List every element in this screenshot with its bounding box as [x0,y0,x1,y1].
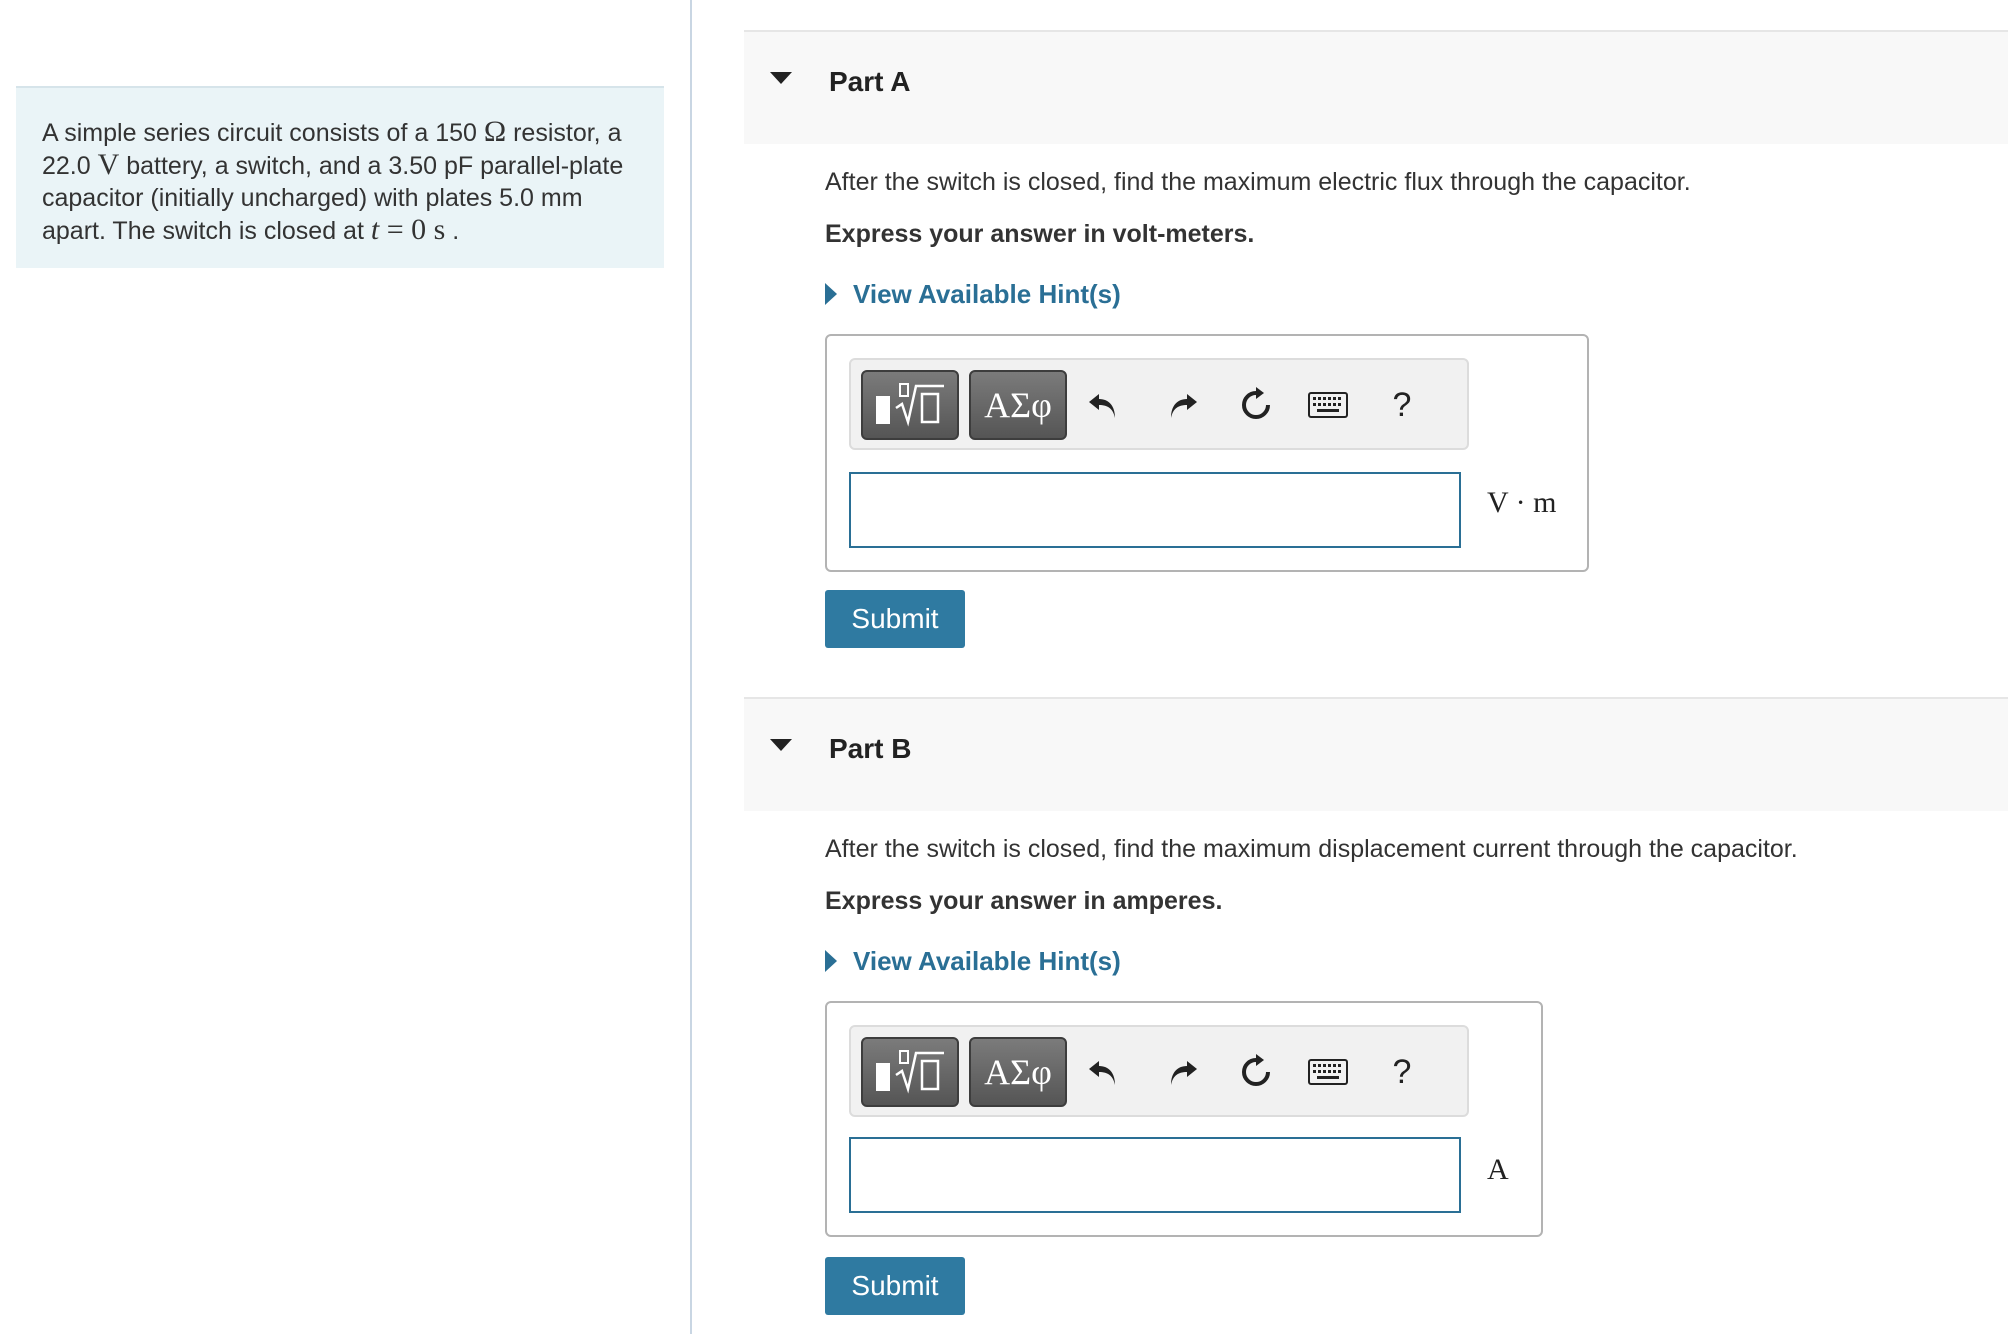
undo-icon[interactable] [1079,1047,1129,1097]
part-a-hint-label: View Available Hint(s) [853,278,1121,309]
caret-down-icon[interactable] [770,72,792,84]
caret-right-icon [825,283,837,305]
help-button[interactable]: ? [1377,380,1427,430]
part-a-unit: V · m [1487,486,1557,519]
part-b-header[interactable]: Part B [744,697,2008,811]
templates-icon [876,383,944,427]
part-b-answer-box: ΑΣφ ? A [825,1001,1543,1237]
redo-icon[interactable] [1157,380,1207,430]
part-b-math-toolbar: ΑΣφ ? [849,1025,1469,1117]
part-a-submit-button[interactable]: Submit [825,590,965,648]
part-a-header[interactable]: Part A [744,30,2008,144]
templates-icon [876,1050,944,1094]
parts-pane: Part A After the switch is closed, find … [744,0,2008,1334]
keyboard-icon[interactable] [1303,1047,1353,1097]
templates-button[interactable] [861,1037,959,1107]
part-b-question: After the switch is closed, find the max… [825,835,1798,863]
part-b-title: Part B [829,733,912,764]
problem-text-3: battery, a switch, and a 3.50 pF paralle… [42,152,624,245]
undo-icon[interactable] [1079,380,1129,430]
part-a-answer-input[interactable] [849,472,1461,548]
ohm-symbol: Ω [483,115,507,148]
pane-divider[interactable] [690,0,692,1334]
part-b-express: Express your answer in amperes. [825,887,1223,915]
volt-symbol: V [97,148,120,181]
problem-text-1: A simple series circuit consists of a 15… [42,119,484,147]
time-equation: = 0 s [379,213,446,246]
time-variable: t [370,213,380,246]
part-a-hint-toggle[interactable]: View Available Hint(s) [825,277,1121,311]
part-b-unit: A [1487,1153,1509,1186]
keyboard-icon[interactable] [1303,380,1353,430]
caret-down-icon[interactable] [770,739,792,751]
part-a-express: Express your answer in volt-meters. [825,220,1255,248]
symbols-button[interactable]: ΑΣφ [969,1037,1067,1107]
part-b-submit-button[interactable]: Submit [825,1257,965,1315]
part-a-math-toolbar: ΑΣφ ? [849,358,1469,450]
problem-statement: A simple series circuit consists of a 15… [16,86,664,268]
redo-icon[interactable] [1157,1047,1207,1097]
reset-icon[interactable] [1231,1047,1281,1097]
help-button[interactable]: ? [1377,1047,1427,1097]
part-a-question: After the switch is closed, find the max… [825,168,1691,196]
templates-button[interactable] [861,370,959,440]
symbols-button[interactable]: ΑΣφ [969,370,1067,440]
part-a-title: Part A [829,66,911,97]
caret-right-icon [825,950,837,972]
problem-pane: A simple series circuit consists of a 15… [0,0,690,1334]
part-b-hint-toggle[interactable]: View Available Hint(s) [825,944,1121,978]
reset-icon[interactable] [1231,380,1281,430]
part-b-answer-input[interactable] [849,1137,1461,1213]
part-a-answer-box: ΑΣφ ? V · m [825,334,1589,572]
part-b-hint-label: View Available Hint(s) [853,945,1121,976]
problem-text-end: . [445,217,460,245]
